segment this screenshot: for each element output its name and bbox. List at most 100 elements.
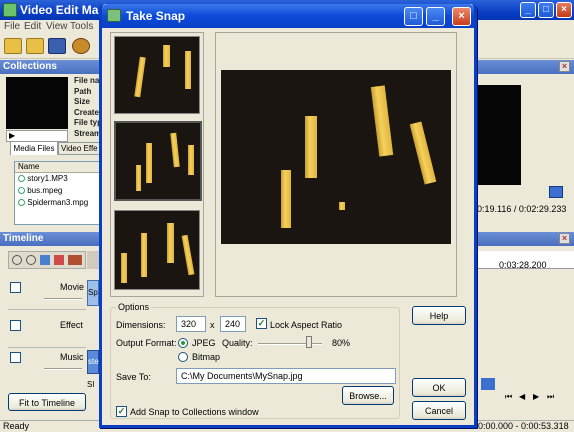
browse-button[interactable]: Browse... <box>342 386 394 405</box>
prev-frame-icon[interactable]: ◀ <box>519 392 529 402</box>
add-to-collections-checkbox[interactable]: ✓ <box>116 406 127 417</box>
file-info-labels: File na Path Size Create File typ Stream <box>74 76 102 139</box>
jpeg-radio[interactable] <box>178 338 188 348</box>
file-name: Spiderman3.mpg <box>27 198 89 207</box>
width-input[interactable]: 320 <box>176 316 206 332</box>
tower-light <box>121 253 127 283</box>
save-path-input[interactable]: C:\My Documents\MySnap.jpg <box>176 368 396 384</box>
list-item[interactable]: Spiderman3.mpg <box>15 197 99 209</box>
media-file-icon <box>18 187 25 195</box>
snap-thumbnail-selected[interactable] <box>114 121 202 201</box>
help-button[interactable]: Help <box>412 306 466 325</box>
preview-close-icon[interactable]: × <box>559 61 570 72</box>
zoom-in-icon[interactable] <box>12 255 22 265</box>
preview-panel: × 0:19.116 / 0:02:29.233 <box>477 60 574 230</box>
first-frame-icon[interactable]: ⏮ <box>505 392 515 402</box>
menu-view[interactable]: View <box>46 20 68 33</box>
file-name: bus.mpeg <box>27 186 63 195</box>
track-enable-checkbox[interactable] <box>10 320 21 331</box>
track-volume-slider[interactable] <box>44 298 82 300</box>
list-column-name[interactable]: Name <box>15 162 99 173</box>
tower-light <box>409 121 437 185</box>
tower-light <box>305 116 317 178</box>
dialog-titlebar: Take Snap _ × □ <box>102 4 474 28</box>
track-enable-checkbox[interactable] <box>10 352 21 363</box>
selection-time: 0:00.000 - 0:00:53.318 <box>478 421 569 431</box>
zoom-out-icon[interactable] <box>26 255 36 265</box>
lock-aspect-checkbox[interactable]: ✓ <box>256 318 267 329</box>
timeline-close-icon[interactable]: × <box>559 233 570 244</box>
scroll-icon[interactable] <box>481 378 495 390</box>
status-text: Ready <box>3 421 30 431</box>
fit-to-timeline-button[interactable]: Fit to Timeline <box>8 393 86 411</box>
media-file-icon <box>18 175 25 183</box>
quality-slider-thumb[interactable] <box>306 336 313 348</box>
info-label: Path <box>74 86 92 96</box>
cancel-button[interactable]: Cancel <box>412 401 466 420</box>
timeline-toolbar <box>8 251 86 269</box>
clip-label: SI <box>87 380 95 389</box>
clip-extra[interactable]: SI <box>87 378 99 392</box>
save-icon[interactable] <box>48 38 66 54</box>
height-input[interactable]: 240 <box>220 316 246 332</box>
tower-light <box>141 233 147 277</box>
tower-light <box>167 223 174 263</box>
ruler-time: 0:03:28.200 <box>499 260 547 270</box>
preview-video <box>477 85 521 185</box>
menu-edit[interactable]: Edit <box>24 20 41 33</box>
close-icon[interactable]: × <box>556 2 572 18</box>
track-header-movie: Movie <box>8 274 86 310</box>
clip-label: ste <box>88 357 99 366</box>
add-to-collections-label: Add Snap to Collections window <box>130 407 259 417</box>
tower-light <box>185 51 191 89</box>
trim-icon[interactable] <box>54 255 64 265</box>
dimensions-label: Dimensions: <box>116 320 166 330</box>
snapshot-icon[interactable] <box>549 186 563 198</box>
list-item[interactable]: story1.MP3 <box>15 173 99 185</box>
track-volume-slider[interactable] <box>44 368 82 370</box>
last-frame-icon[interactable]: ⏭ <box>547 392 557 402</box>
menu-tools[interactable]: Tools <box>70 20 93 33</box>
timeline-ruler[interactable]: 0:03:28.200 <box>477 251 574 270</box>
info-label: File typ <box>74 118 103 127</box>
tower-light <box>146 143 152 183</box>
tab-video-effects[interactable]: Video Effe <box>58 142 100 155</box>
snap-thumbnail[interactable] <box>114 210 200 290</box>
dialog-close-icon[interactable]: × <box>452 7 471 26</box>
clip-music[interactable]: ste <box>87 350 99 374</box>
list-item[interactable]: bus.mpeg <box>15 185 99 197</box>
quality-label: Quality: <box>222 338 253 348</box>
next-frame-icon[interactable]: ▶ <box>533 392 543 402</box>
quality-slider[interactable] <box>258 343 322 345</box>
dialog-restore-icon[interactable]: □ <box>404 7 423 26</box>
quality-value: 80% <box>332 338 351 348</box>
snap-preview-image <box>221 70 451 244</box>
clip-movie[interactable]: Sp <box>87 280 99 306</box>
dialog-title: Take Snap <box>126 9 186 23</box>
ok-button[interactable]: OK <box>412 378 466 397</box>
tab-media-files[interactable]: Media Files <box>10 141 58 155</box>
markers-icon[interactable] <box>68 255 82 265</box>
info-label: File na <box>74 76 100 85</box>
bitmap-radio[interactable] <box>178 352 188 362</box>
snap-thumbnail[interactable] <box>114 36 200 114</box>
split-icon[interactable] <box>40 255 50 265</box>
dialog-minimize-icon[interactable]: _ <box>426 7 445 26</box>
track-label-effect: Effect <box>60 320 83 330</box>
minimize-icon[interactable]: _ <box>520 2 536 18</box>
tower-light <box>370 85 394 157</box>
tower-light <box>163 45 170 67</box>
track-label-music: Music <box>60 352 84 362</box>
info-label: Stream <box>74 128 102 138</box>
track-label-movie: Movie <box>60 282 85 292</box>
film-reel-icon[interactable] <box>72 38 90 54</box>
new-project-icon[interactable] <box>4 38 22 54</box>
track-enable-checkbox[interactable] <box>10 282 21 293</box>
open-folder-icon[interactable] <box>26 38 44 54</box>
options-label: Options <box>116 302 152 312</box>
timeline-nav: ⏮ ◀ ▶ ⏭ <box>477 378 574 401</box>
play-icon[interactable]: ▶ <box>9 132 15 140</box>
menu-file[interactable]: File <box>4 20 20 33</box>
maximize-icon[interactable]: □ <box>538 2 554 18</box>
tower-light <box>134 56 146 98</box>
